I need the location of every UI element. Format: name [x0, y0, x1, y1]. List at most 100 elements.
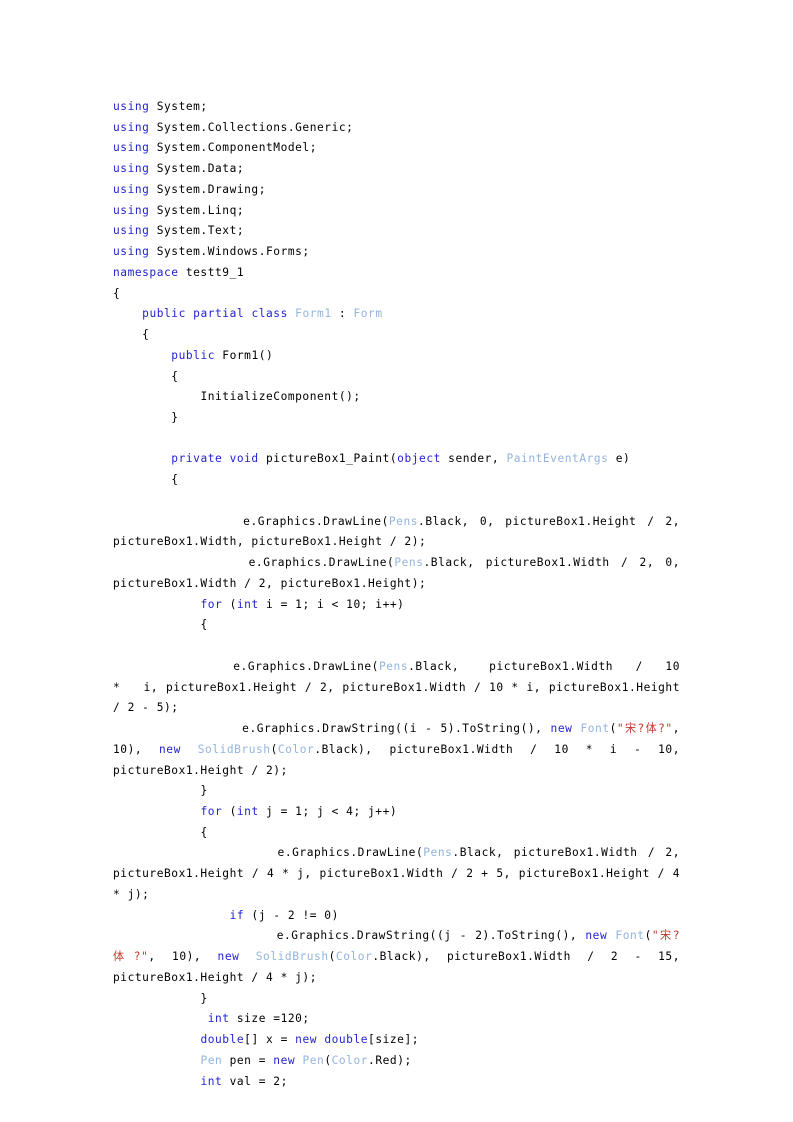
code-token: val = 2; — [222, 1074, 288, 1088]
code-token: e.Graphics.DrawString((j - 2).ToString()… — [113, 929, 586, 943]
code-line: for (int j = 1; j < 4; j++) — [113, 802, 680, 823]
code-line: { — [113, 470, 680, 491]
code-token: for — [200, 597, 223, 611]
code-line: using System.Linq; — [113, 201, 680, 222]
code-line: int val = 2; — [113, 1072, 680, 1093]
code-token: Color — [335, 950, 373, 964]
code-token: { — [113, 286, 121, 300]
code-line: using System.Drawing; — [113, 180, 680, 201]
code-token: (j - 2 != 0) — [244, 908, 339, 922]
code-line: } — [113, 781, 680, 802]
code-token: } — [113, 411, 179, 425]
code-token: new — [159, 742, 181, 756]
code-token: Pens — [378, 659, 409, 673]
code-token: Pens — [394, 556, 424, 570]
code-token: using — [113, 141, 150, 155]
code-line: } — [113, 989, 680, 1010]
code-token: e.Graphics.DrawLine( — [113, 556, 395, 570]
code-line: using System.ComponentModel; — [113, 138, 680, 159]
code-line: using System; — [113, 97, 680, 118]
code-token: Pens — [388, 514, 419, 528]
code-token: ( — [270, 742, 278, 756]
code-line: public Form1() — [113, 346, 680, 367]
code-token: e.Graphics.DrawLine( — [113, 514, 389, 528]
code-token: Pen — [302, 1053, 325, 1067]
code-line: { — [113, 823, 680, 844]
code-line: { — [113, 325, 680, 346]
code-token: System.Linq; — [149, 203, 245, 217]
code-token: for — [200, 804, 223, 818]
code-token: j = 1; j < 4; j++) — [258, 804, 398, 818]
code-token: [] x = — [244, 1033, 296, 1047]
code-token: SolidBrush — [255, 950, 329, 964]
code-line: InitializeComponent(); — [113, 387, 680, 408]
code-line: e.Graphics.DrawLine(Pens.Black, pictureB… — [113, 657, 680, 719]
code-token: ( — [222, 804, 237, 818]
code-line: e.Graphics.DrawLine(Pens.Black, 0, pictu… — [113, 512, 680, 553]
code-token: { — [113, 825, 208, 839]
code-token: using — [113, 182, 150, 196]
code-token: double — [324, 1033, 369, 1047]
code-token: ( — [644, 929, 652, 943]
code-token: size =120; — [229, 1012, 310, 1026]
code-token: e.Graphics.DrawString((i - 5).ToString()… — [113, 722, 551, 736]
code-token: namespace — [113, 265, 179, 279]
code-token: double — [200, 1033, 245, 1047]
code-token: int — [200, 1074, 223, 1088]
code-token: [size]; — [368, 1033, 420, 1047]
code-line: using System.Windows.Forms; — [113, 242, 680, 263]
code-line: private void pictureBox1_Paint(object se… — [113, 449, 680, 470]
code-token: using — [113, 120, 150, 134]
code-token: Form1 — [295, 307, 332, 321]
code-token: Color — [331, 1053, 369, 1067]
code-token: System.Data; — [149, 162, 245, 176]
code-token: .Red); — [368, 1053, 412, 1067]
code-line: using System.Text; — [113, 221, 680, 242]
code-token: System.ComponentModel; — [149, 141, 318, 155]
code-listing: using System; using System.Collections.Ge… — [113, 97, 680, 1092]
code-line: public partial class Form1 : Form — [113, 304, 680, 325]
code-line: { — [113, 284, 680, 305]
code-token: { — [113, 618, 208, 632]
code-token: Form1() — [215, 348, 274, 362]
code-line: namespace testt9_1 — [113, 263, 680, 284]
code-token: new — [217, 950, 240, 964]
code-token: int — [236, 804, 259, 818]
code-token: int — [236, 597, 259, 611]
code-token: if — [229, 908, 245, 922]
code-token: e.Graphics.DrawLine( — [113, 659, 379, 673]
code-token: { — [113, 328, 150, 342]
code-token: { — [113, 369, 179, 383]
code-line: Pen pen = new Pen(Color.Red); — [113, 1051, 680, 1072]
code-token: using — [113, 224, 150, 238]
code-token: Font — [580, 722, 610, 736]
code-token: { — [113, 473, 179, 487]
code-token: public partial class — [142, 307, 288, 321]
code-line: } — [113, 408, 680, 429]
code-token: InitializeComponent(); — [113, 390, 361, 404]
code-token: int — [207, 1012, 230, 1026]
code-line: double[] x = new double[size]; — [113, 1030, 680, 1051]
code-token: ( — [609, 722, 617, 736]
code-line: e.Graphics.DrawLine(Pens.Black, pictureB… — [113, 843, 680, 905]
code-token: Pens — [423, 846, 453, 860]
code-token: using — [113, 162, 150, 176]
code-token: pictureBox1_Paint( — [258, 452, 398, 466]
code-line: e.Graphics.DrawLine(Pens.Black, pictureB… — [113, 553, 680, 594]
code-token: public — [171, 348, 216, 362]
code-token: new — [585, 929, 608, 943]
code-token: ( — [328, 950, 336, 964]
code-line: int size =120; — [113, 1009, 680, 1030]
